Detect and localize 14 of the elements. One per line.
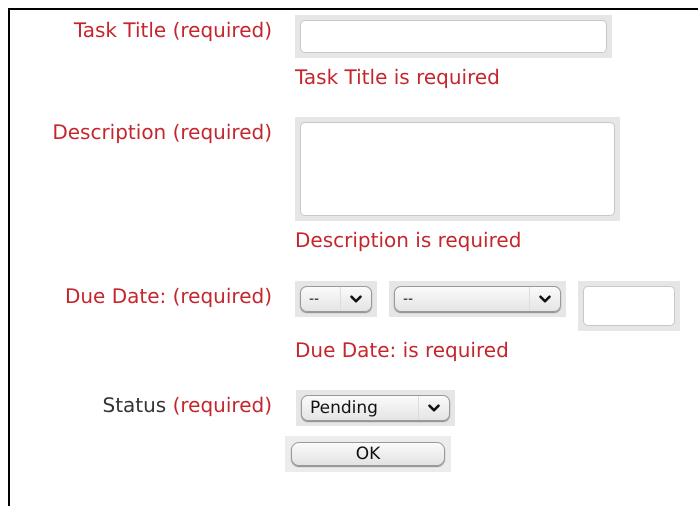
- error-message: Due Date: is required: [295, 338, 509, 362]
- dropdown[interactable]: Pending: [301, 395, 450, 421]
- field-label: Status (required): [102, 392, 272, 417]
- ok-button[interactable]: OK: [291, 442, 445, 466]
- dropdown[interactable]: --: [300, 286, 372, 312]
- field-label: Due Date: (required): [64, 283, 272, 308]
- text-area[interactable]: [300, 122, 615, 216]
- field-label: Description (required): [51, 119, 272, 144]
- input-field[interactable]: [300, 20, 607, 53]
- error-message: Task Title is required: [295, 65, 500, 89]
- field-label: Task Title (required): [72, 17, 272, 42]
- input-field[interactable]: [583, 286, 675, 326]
- error-message: Description is required: [295, 228, 522, 252]
- dropdown[interactable]: --: [394, 286, 561, 312]
